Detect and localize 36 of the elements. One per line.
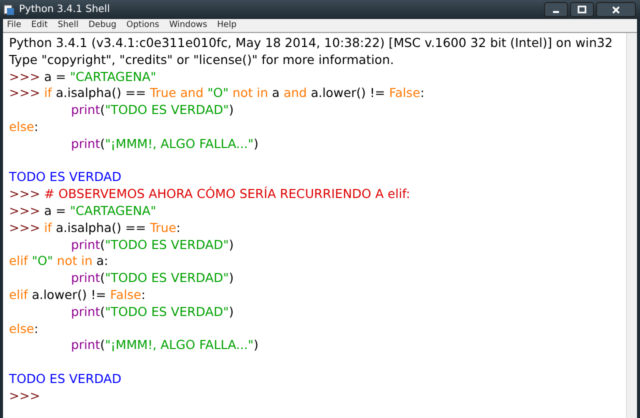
code-line: elif "O" not in a: <box>9 253 110 270</box>
code-line: >>> <box>9 388 42 405</box>
code-line: print("TODO ES VERDAD") <box>70 236 235 254</box>
python-icon <box>3 4 15 16</box>
code-line: print("¡MMM!, ALGO FALLA...") <box>70 136 260 153</box>
code-line: else: <box>9 118 40 136</box>
code-line: >>> # OBSERVEMOS AHORA CÓMO SERÍA RECURRIENDO A elif: <box>9 186 412 203</box>
code-line: print("TODO ES VERDAD") <box>70 304 235 321</box>
code-line: print("TODO ES VERDAD") <box>70 270 235 287</box>
menu-item[interactable]: Help <box>217 20 237 30</box>
menu-item[interactable]: File <box>7 20 22 30</box>
menu-item[interactable]: Windows <box>169 20 208 30</box>
minimize-button[interactable] <box>544 2 568 17</box>
close-button[interactable] <box>596 2 636 17</box>
code-line: >>> a = "CARTAGENA" <box>9 68 158 86</box>
code-line: >>> if a.isalpha() == True: <box>9 220 182 237</box>
code-line: >>> if a.isalpha() == True and "O" not in a and a.lower() != False: <box>9 85 426 102</box>
code-line: print("¡MMM!, ALGO FALLA...") <box>70 337 260 354</box>
code-line: else: <box>9 320 40 338</box>
menu-item[interactable]: Options <box>126 20 160 30</box>
maximize-button[interactable] <box>570 2 594 17</box>
code-line: Python 3.4.1 (v3.4.1:c0e311e010fc, May 18 2014, 10:38:22) [MSC v.1600 32 bit (Intel)] on win32 <box>9 35 614 52</box>
close-icon <box>611 4 621 14</box>
code-line: Type "copyright", "credits" or "license()" for more information. <box>9 52 395 69</box>
code-line: print("TODO ES VERDAD") <box>70 102 235 119</box>
minimize-icon <box>553 11 559 13</box>
menu-item[interactable]: Edit <box>31 20 48 30</box>
maximize-icon <box>577 4 587 14</box>
menu-item[interactable]: Shell <box>58 20 78 30</box>
menu-item[interactable]: Debug <box>88 20 116 30</box>
code-line: TODO ES VERDAD <box>9 169 122 186</box>
code-line: TODO ES VERDAD <box>9 370 122 388</box>
scrollbar[interactable] <box>626 33 637 418</box>
code-line: >>> a = "CARTAGENA" <box>9 202 158 220</box>
window-title: Python 3.4.1 Shell <box>19 4 110 15</box>
code-line: elif a.lower() != False: <box>9 286 146 304</box>
